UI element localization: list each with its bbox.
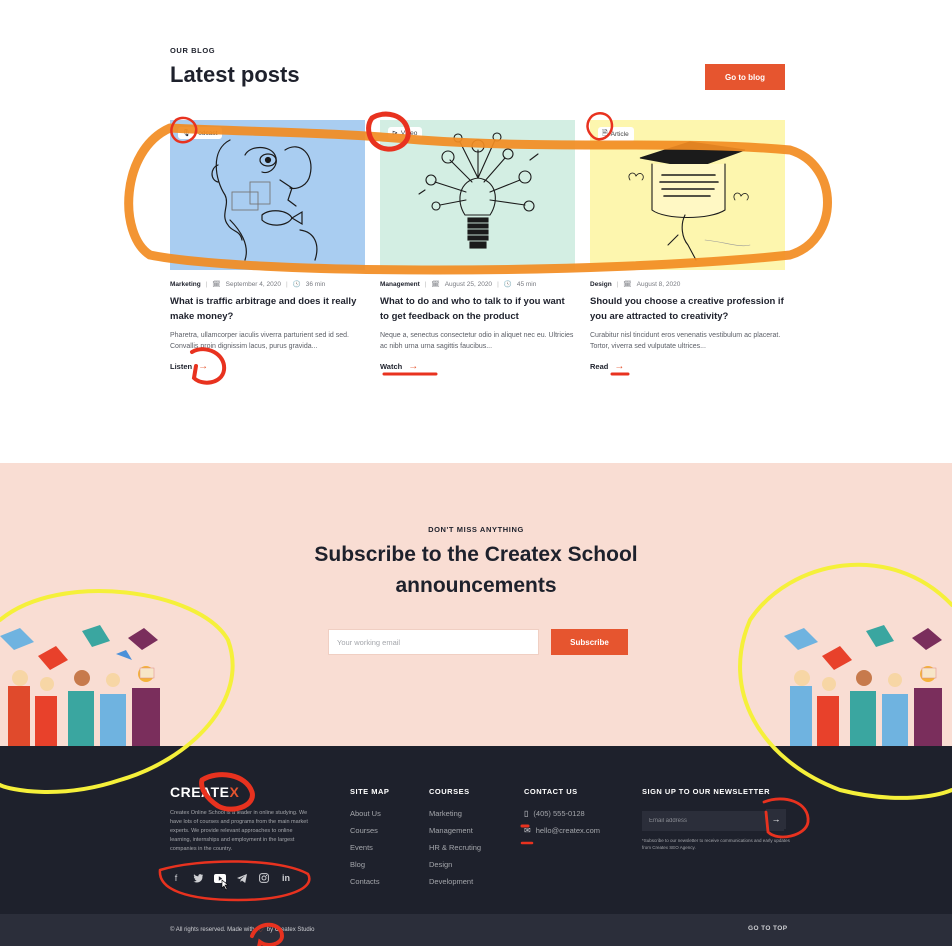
watch-link[interactable]: Watch → [380, 361, 575, 372]
post-duration: 36 min [305, 280, 326, 288]
blog-card-video[interactable]: ⊳ Video Management | 🗓 August 25, 2020 |… [380, 120, 575, 372]
site-map-heading: SITE MAP [350, 787, 390, 796]
contact-column: CONTACT US ▯ (405) 555-0128 ✉ hello@crea… [524, 787, 600, 839]
post-date: August 8, 2020 [636, 280, 681, 288]
twitter-icon[interactable] [192, 872, 204, 884]
footer-link-hr-recruting[interactable]: HR & Recruting [429, 839, 481, 856]
meta-divider: | [424, 280, 427, 288]
post-duration: 45 min [516, 280, 537, 288]
footer-link-development[interactable]: Development [429, 873, 481, 890]
footer-link-courses[interactable]: Courses [350, 822, 389, 839]
subscribe-title: Subscribe to the Createx School announce… [314, 543, 638, 597]
lightbulbs-illustration [418, 132, 539, 249]
arrow-right-icon: → [614, 361, 625, 372]
footer-link-marketing[interactable]: Marketing [429, 805, 481, 822]
subscribe-button[interactable]: Subscribe [551, 629, 628, 655]
footer-link-blog[interactable]: Blog [350, 856, 389, 873]
site-map-column: SITE MAP About Us Courses Events Blog Co… [350, 787, 389, 890]
graduate-illustration [628, 141, 751, 261]
footer-link-design[interactable]: Design [429, 856, 481, 873]
post-category[interactable]: Management [380, 281, 420, 288]
post-tag: 🗎 Article [598, 127, 634, 142]
post-image[interactable]: 🗎 Article [590, 120, 785, 270]
blog-eyebrow: OUR BLOG [170, 46, 216, 55]
footer-bottom-bar: © All rights reserved. Made with ♡ by Cr… [0, 914, 952, 946]
post-image[interactable]: ⊳ Video [380, 120, 575, 270]
post-tag: 🎙 Podcast [178, 127, 223, 139]
blog-card-podcast[interactable]: 🎙 Podcast Marketing | 🗓 September 4, 202… [170, 120, 365, 372]
faces-illustration [211, 139, 318, 261]
social-links: f in [170, 872, 292, 884]
newsletter-submit-button[interactable]: → [766, 809, 786, 829]
go-to-blog-button[interactable]: Go to blog [705, 64, 785, 90]
post-meta: Design | 🗓 August 8, 2020 [590, 280, 785, 289]
arrow-right-icon: → [771, 814, 781, 824]
newsletter-note: *Subscribe to our newsletter to receive … [642, 838, 790, 850]
footer-link-management[interactable]: Management [429, 822, 481, 839]
calendar-icon: 🗓 [212, 281, 221, 288]
post-category[interactable]: Design [590, 281, 612, 288]
blog-section: OUR BLOG Latest posts Go to blog 🎙 Podca… [0, 0, 952, 463]
heart-icon: ♡ [257, 927, 264, 934]
post-date: August 25, 2020 [444, 280, 493, 288]
calendar-icon: 🗓 [431, 281, 440, 288]
clock-icon: 🕓 [292, 281, 301, 288]
graduation-illustration-left [0, 625, 160, 746]
phone-icon: ▯ [524, 809, 529, 818]
graduation-illustration-right [784, 625, 942, 746]
youtube-icon[interactable] [214, 872, 226, 884]
contact-heading: CONTACT US [524, 787, 578, 796]
blog-title: Latest posts [170, 62, 300, 87]
post-title[interactable]: Should you choose a creative profession … [590, 295, 785, 324]
arrow-right-icon: → [198, 361, 209, 372]
post-excerpt: Neque a, senectus consectetur odio in al… [380, 332, 574, 350]
instagram-icon[interactable] [258, 872, 270, 884]
mail-icon: ✉ [524, 826, 531, 835]
linkedin-icon[interactable]: in [280, 872, 292, 884]
blog-card-article[interactable]: 🗎 Article Design | 🗓 August 8, 2020 Shou… [590, 120, 785, 372]
post-date: September 4, 2020 [225, 280, 281, 288]
courses-heading: COURSES [429, 787, 470, 796]
arrow-right-icon: → [408, 361, 419, 372]
post-category[interactable]: Marketing [170, 281, 201, 288]
post-title[interactable]: What to do and who to talk to if you wan… [380, 295, 575, 324]
post-meta: Management | 🗓 August 25, 2020 | 🕓 45 mi… [380, 280, 575, 289]
post-title[interactable]: What is traffic arbitrage and does it re… [170, 295, 365, 324]
subscribe-eyebrow: DON'T MISS ANYTHING [428, 525, 524, 534]
footer-link-events[interactable]: Events [350, 839, 389, 856]
calendar-icon: 🗓 [623, 281, 632, 288]
listen-link[interactable]: Listen → [170, 361, 365, 372]
play-icon: ⊳ [392, 130, 398, 137]
post-excerpt: Pharetra, ullamcorper iaculis viverra pa… [170, 332, 349, 350]
footer-link-contacts[interactable]: Contacts [350, 873, 389, 890]
subscribe-section: DON'T MISS ANYTHING Subscribe to the Cre… [0, 463, 952, 746]
copyright: © All rights reserved. Made with ♡ by Cr… [170, 927, 315, 934]
createx-logo[interactable]: CREATEX [170, 784, 239, 800]
courses-column: COURSES Marketing Management HR & Recrut… [429, 787, 481, 890]
read-link[interactable]: Read → [590, 361, 785, 372]
clock-icon: 🕓 [503, 281, 512, 288]
meta-divider: | [497, 280, 499, 288]
newsletter-heading: SIGN UP TO OUR NEWSLETTER [642, 787, 771, 796]
meta-divider: | [285, 280, 288, 288]
footer-link-about-us[interactable]: About Us [350, 805, 389, 822]
go-to-top-link[interactable]: GO TO TOP [748, 925, 787, 932]
meta-divider: | [205, 280, 208, 288]
contact-email[interactable]: ✉ hello@createx.com [524, 822, 600, 839]
file-icon: 🗎 [602, 130, 608, 137]
facebook-icon[interactable]: f [170, 872, 182, 884]
newsletter-column: SIGN UP TO OUR NEWSLETTER *Subscribe to … [642, 787, 790, 850]
post-tag: ⊳ Video [388, 127, 423, 139]
newsletter-email-input[interactable] [642, 811, 784, 831]
footer: CREATEX Createx Online School is a leade… [0, 746, 952, 914]
subscribe-email-input[interactable] [328, 629, 539, 655]
telegram-icon[interactable] [236, 872, 248, 884]
footer-about: Createx Online School is a leader in onl… [170, 810, 308, 852]
contact-phone[interactable]: ▯ (405) 555-0128 [524, 805, 600, 822]
post-excerpt: Curabitur nisl tincidunt eros venenatis … [590, 332, 781, 350]
meta-divider: | [616, 280, 619, 288]
post-meta: Marketing | 🗓 September 4, 2020 | 🕓 36 m… [170, 280, 365, 289]
microphone-icon: 🎙 [182, 130, 191, 137]
post-image[interactable]: 🎙 Podcast [170, 120, 365, 270]
